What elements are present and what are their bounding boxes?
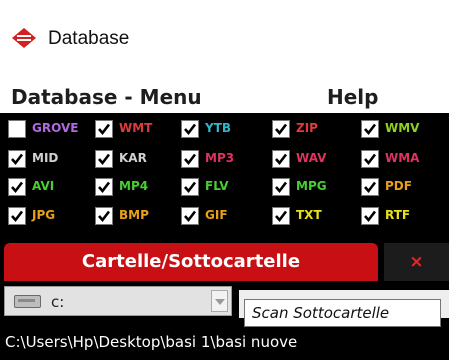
checkbox-label: YTB: [205, 121, 232, 135]
checkbox-label: KAR: [119, 151, 147, 165]
checkbox-label: GROVE: [32, 121, 79, 135]
tooltip-scan-sottocartelle: Scan Sottocartelle: [244, 299, 441, 327]
close-tab-button[interactable]: ×: [384, 243, 449, 281]
extension-row: AVI MP4 FLV MPG PDF: [0, 175, 449, 205]
checkbox-bmp[interactable]: BMP: [95, 204, 181, 228]
checkbox-label: AVI: [32, 179, 55, 193]
database-logo-icon: [11, 27, 37, 49]
menu-help[interactable]: Help: [327, 85, 378, 109]
checkbox-avi[interactable]: AVI: [8, 175, 94, 199]
checkbox-wmv[interactable]: WMV: [361, 117, 447, 141]
checkbox-jpg[interactable]: JPG: [8, 204, 94, 228]
checkbox-mp4[interactable]: MP4: [95, 175, 181, 199]
tab-cartelle-sottocartelle[interactable]: Cartelle/Sottocartelle: [4, 243, 378, 281]
checkbox-zip[interactable]: ZIP: [272, 117, 358, 141]
checkbox-mp3[interactable]: MP3: [181, 147, 267, 171]
checkbox-label: TXT: [296, 208, 322, 222]
checkbox-label: WMT: [119, 121, 153, 135]
checkmark-icon[interactable]: [8, 178, 26, 196]
checkmark-icon[interactable]: [272, 207, 290, 225]
chevron-down-icon[interactable]: [211, 290, 228, 312]
checkmark-icon[interactable]: [95, 120, 113, 138]
checkbox-label: MP4: [119, 179, 149, 193]
checkmark-icon[interactable]: [181, 178, 199, 196]
checkbox-label: WAV: [296, 151, 327, 165]
checkbox-label: WMV: [385, 121, 420, 135]
checkmark-icon[interactable]: [95, 207, 113, 225]
window-title: Database: [48, 28, 130, 49]
checkbox-mid[interactable]: MID: [8, 147, 94, 171]
checkbox-label: ZIP: [296, 121, 318, 135]
checkmark-icon[interactable]: [95, 178, 113, 196]
checkbox-label: FLV: [205, 179, 229, 193]
checkbox-label: RTF: [385, 208, 411, 222]
checkbox-label: WMA: [385, 151, 420, 165]
menu-database[interactable]: Database - Menu: [11, 85, 202, 109]
hard-drive-icon: [14, 295, 41, 308]
checkbox-label: PDF: [385, 179, 412, 193]
checkmark-icon[interactable]: [272, 178, 290, 196]
checkbox-rtf[interactable]: RTF: [361, 204, 447, 228]
checkbox-pdf[interactable]: PDF: [361, 175, 447, 199]
extension-row: MID KAR MP3 WAV WMA: [0, 147, 449, 177]
checkbox-mpg[interactable]: MPG: [272, 175, 358, 199]
checkbox-wma[interactable]: WMA: [361, 147, 447, 171]
checkmark-icon[interactable]: [95, 150, 113, 168]
checkmark-icon[interactable]: [181, 207, 199, 225]
checkbox-empty-icon[interactable]: [8, 120, 26, 138]
current-path: C:\Users\Hp\Desktop\basi 1\basi nuove: [0, 328, 449, 360]
checkmark-icon[interactable]: [181, 150, 199, 168]
drive-select[interactable]: c:: [4, 286, 232, 316]
checkbox-label: JPG: [32, 208, 56, 222]
drive-value: c:: [51, 293, 65, 311]
checkbox-kar[interactable]: KAR: [95, 147, 181, 171]
checkbox-label: MP3: [205, 151, 235, 165]
checkbox-ytb[interactable]: YTB: [181, 117, 267, 141]
title-bar: Database: [0, 0, 449, 83]
checkbox-label: BMP: [119, 208, 149, 222]
extension-row: GROVE WMT YTB ZIP WMV: [0, 117, 449, 147]
checkbox-gif[interactable]: GIF: [181, 204, 267, 228]
checkbox-wav[interactable]: WAV: [272, 147, 358, 171]
checkmark-icon[interactable]: [8, 150, 26, 168]
checkmark-icon[interactable]: [8, 207, 26, 225]
checkbox-grove[interactable]: GROVE: [8, 117, 94, 141]
checkbox-txt[interactable]: TXT: [272, 204, 358, 228]
extension-row: JPG BMP GIF TXT RTF: [0, 204, 449, 234]
checkbox-wmt[interactable]: WMT: [95, 117, 181, 141]
checkmark-icon[interactable]: [272, 150, 290, 168]
checkbox-flv[interactable]: FLV: [181, 175, 267, 199]
checkmark-icon[interactable]: [361, 150, 379, 168]
checkbox-label: GIF: [205, 208, 228, 222]
checkmark-icon[interactable]: [361, 207, 379, 225]
checkbox-label: MPG: [296, 179, 327, 193]
checkmark-icon[interactable]: [361, 120, 379, 138]
checkmark-icon[interactable]: [181, 120, 199, 138]
checkmark-icon[interactable]: [361, 178, 379, 196]
checkbox-label: MID: [32, 151, 59, 165]
checkmark-icon[interactable]: [272, 120, 290, 138]
